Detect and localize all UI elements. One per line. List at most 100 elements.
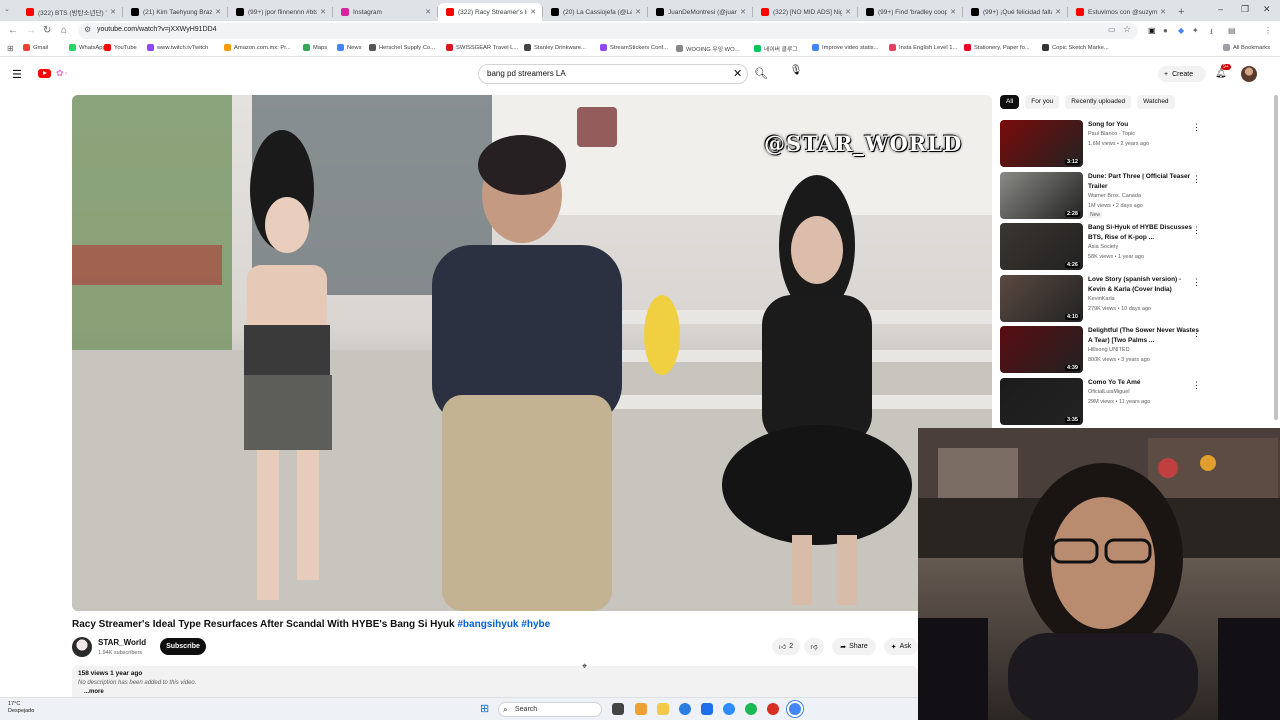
browser-tab[interactable]: (322) BTS (방탄소년단) 'S ✕ <box>18 3 122 21</box>
weather-widget[interactable]: 17°C Despejado <box>8 701 34 715</box>
new-tab-icon[interactable]: + <box>1178 6 1184 18</box>
recommended-title[interactable]: Song for You <box>1088 120 1200 130</box>
extension-icon[interactable]: ◆ <box>1178 26 1184 35</box>
recommended-video[interactable]: 4:10 Love Story (spanish version) - Kevin… <box>1000 274 1250 322</box>
browser-tab[interactable]: JuanDeMontresi (@juanc ✕ <box>648 3 752 21</box>
more-actions-icon[interactable]: ⋮ <box>1192 380 1201 391</box>
search-box[interactable]: bang pd streamers LA ✕ <box>478 64 748 84</box>
close-tab-icon[interactable]: ✕ <box>425 8 431 16</box>
recommended-channel[interactable]: Hillsong UNITED <box>1088 347 1130 353</box>
subscribe-button[interactable]: Subscribe <box>160 638 206 655</box>
bookmark-item[interactable]: WOOING 우잉 WO... <box>676 44 740 53</box>
video-thumbnail[interactable]: 4:10 <box>1000 274 1083 322</box>
voice-search-mic-icon[interactable]: 🎙︎ <box>788 65 804 81</box>
recommended-title[interactable]: Love Story (spanish version) - Kevin & K… <box>1088 275 1200 295</box>
close-window-icon[interactable]: ✕ <box>1263 4 1271 15</box>
video-thumbnail[interactable]: 4:26 <box>1000 223 1083 270</box>
browser-menu-icon[interactable]: ⋮ <box>1264 26 1272 35</box>
bookmark-item[interactable]: Stanley Drinkware... <box>524 44 586 51</box>
back-icon[interactable]: ← <box>8 25 18 36</box>
search-input[interactable]: bang pd streamers LA <box>487 69 566 78</box>
home-icon[interactable]: ⌂ <box>61 25 67 36</box>
close-tab-icon[interactable]: ✕ <box>635 8 641 16</box>
close-tab-icon[interactable]: ✕ <box>950 8 956 16</box>
video-thumbnail[interactable]: 2:28 <box>1000 171 1083 219</box>
like-button[interactable]: 👍︎ 2 <box>772 638 800 655</box>
recommended-channel[interactable]: Warner Bros. Canada <box>1088 193 1141 199</box>
bookmark-star-icon[interactable]: ☆ <box>1123 24 1131 35</box>
share-button[interactable]: ➦ Share <box>832 638 876 655</box>
browser-tab[interactable]: Estuvimos con @suzymo ✕ <box>1068 3 1172 21</box>
dislike-button[interactable]: 👎︎ <box>804 638 824 655</box>
browser-tab[interactable]: (99+) Find 'bradley cooper ✕ <box>858 3 962 21</box>
recommended-video[interactable]: 3:12 Song for You Paul Blanco - Topic 1.6M … <box>1000 120 1250 167</box>
more-actions-icon[interactable]: ⋮ <box>1192 225 1201 236</box>
recommended-title[interactable]: Bang Si-Hyuk of HYBE Discusses BTS, Rise… <box>1088 223 1200 243</box>
channel-avatar[interactable] <box>72 637 92 657</box>
menu-hamburger-icon[interactable]: ☰ <box>12 68 22 81</box>
browser-tab[interactable]: (20) La Cassiojefa (@LaCu✕ <box>543 3 647 21</box>
hashtag-link[interactable]: #hybe <box>521 619 550 630</box>
address-bar[interactable]: ⚙ youtube.com/watch?v=jXXWyH91DD4 ▭ ☆ <box>78 23 1138 39</box>
apps-grid-icon[interactable]: ⊞ <box>7 44 14 53</box>
bookmark-item[interactable]: SWISSGEAR Travel L... <box>446 44 518 51</box>
minimize-icon[interactable]: – <box>1218 4 1223 14</box>
recommended-channel[interactable]: KevinKarla <box>1088 296 1115 302</box>
search-icon[interactable]: 🔍︎ <box>754 67 768 80</box>
cast-icon[interactable]: ▭ <box>1108 25 1116 34</box>
site-info-icon[interactable]: ⚙ <box>84 25 91 34</box>
maximize-icon[interactable]: ❐ <box>1241 4 1249 15</box>
youtube-doodle-icon[interactable]: ✿◦ <box>56 68 69 79</box>
browser-tab[interactable]: (322) [NO MID ADS] Night ✕ <box>753 3 857 21</box>
reload-icon[interactable]: ↻ <box>43 25 51 36</box>
video-thumbnail[interactable]: 3:35 <box>1000 377 1083 425</box>
forward-icon[interactable]: → <box>26 25 36 36</box>
bookmark-item[interactable]: Copic Sketch Marke... <box>1042 44 1109 51</box>
start-windows-icon[interactable]: ⊞ <box>480 702 489 715</box>
app-icon[interactable] <box>767 703 779 715</box>
page-scrollbar[interactable] <box>1274 95 1278 420</box>
filter-chip[interactable]: All <box>1000 95 1020 109</box>
edge-browser-icon[interactable] <box>679 703 691 715</box>
recommended-channel[interactable]: OficialLuisMiguel <box>1088 389 1130 395</box>
video-thumbnail[interactable]: 4:39 <box>1000 326 1083 373</box>
chrome-icon[interactable] <box>789 703 801 715</box>
video-thumbnail[interactable]: 3:12 <box>1000 120 1083 167</box>
recommended-title[interactable]: Dune: Part Three | Official Teaser Trail… <box>1088 172 1200 192</box>
tab-search-icon[interactable]: ⌄ <box>4 5 10 13</box>
browser-tab[interactable]: (99+) jpor flinnennn #btsci ✕ <box>228 3 332 21</box>
bookmark-item[interactable]: WhatsApp <box>69 44 106 51</box>
all-bookmarks-folder[interactable]: All Bookmarks <box>1223 44 1270 51</box>
more-actions-icon[interactable]: ⋮ <box>1192 122 1201 133</box>
channel-name[interactable]: STAR_World <box>98 638 146 647</box>
account-avatar[interactable] <box>1241 66 1257 82</box>
filter-chip[interactable]: Watched <box>1137 95 1175 109</box>
taskbar-search[interactable]: ⌕ Search <box>498 702 602 717</box>
bookmark-item[interactable]: Gmail <box>23 44 48 51</box>
close-tab-icon[interactable]: ✕ <box>740 8 746 16</box>
browser-tab[interactable]: (21) Kim Taehyung Brazil ✕ <box>123 3 227 21</box>
bookmark-item[interactable]: 네이버 클루그 <box>754 44 798 53</box>
extensions-puzzle-icon[interactable]: ✦ <box>1192 26 1199 35</box>
description-box[interactable]: 158 views 1 year ago No description has … <box>72 666 918 700</box>
store-icon[interactable] <box>701 703 713 715</box>
extension-icon[interactable]: ▣ <box>1148 26 1156 35</box>
close-tab-icon[interactable]: ✕ <box>1055 8 1061 16</box>
bookmark-item[interactable]: Improve video statis... <box>812 44 878 51</box>
ask-button[interactable]: ✦ Ask <box>884 638 918 655</box>
file-explorer-icon[interactable] <box>657 703 669 715</box>
download-icon[interactable]: ⭳ <box>1210 26 1213 40</box>
bookmark-item[interactable]: Stationery, Paper fo... <box>964 44 1030 51</box>
copilot-icon[interactable] <box>635 703 647 715</box>
browser-tab[interactable]: (322) Racy Streamer's Ide ✕ <box>438 3 542 21</box>
bookmark-item[interactable]: Amazon.com.mx: Pr... <box>224 44 291 51</box>
task-view-icon[interactable] <box>612 703 624 715</box>
bookmark-item[interactable]: Maps <box>303 44 327 51</box>
close-tab-icon[interactable]: ✕ <box>845 8 851 16</box>
recommended-video[interactable]: 4:26 Bang Si-Hyuk of HYBE Discusses BTS, … <box>1000 223 1250 270</box>
more-link[interactable]: ...more <box>84 689 104 695</box>
spotify-icon[interactable] <box>745 703 757 715</box>
bookmark-item[interactable]: YouTube <box>104 44 137 51</box>
recommended-title[interactable]: Como Yo Te Amé <box>1088 378 1200 388</box>
recommended-video[interactable]: 4:39 Delightful (The Sower Never Wastes A… <box>1000 326 1250 373</box>
